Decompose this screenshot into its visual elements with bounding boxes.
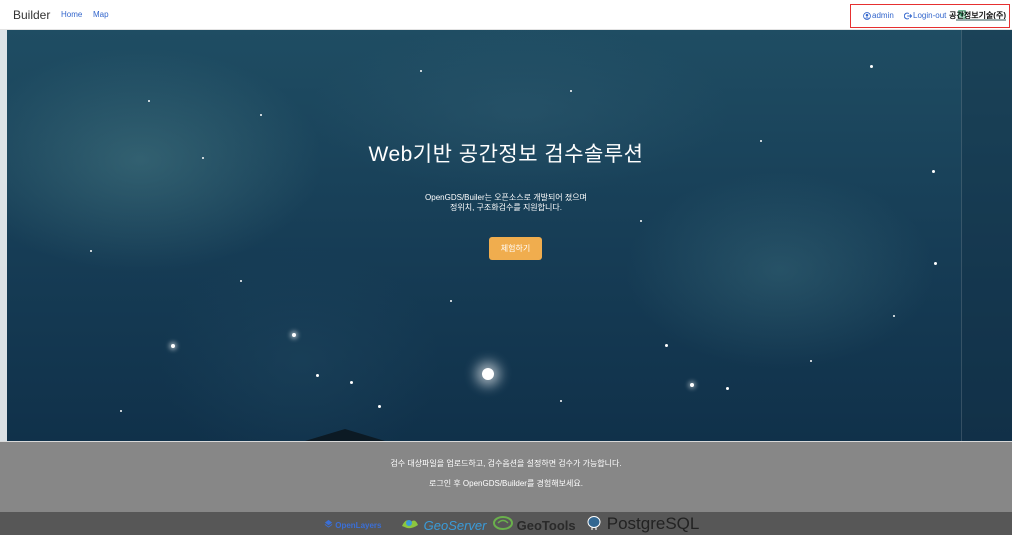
star [171,344,175,348]
hero-desc-line-1: OpenGDS/Builer는 오픈소스로 개발되어 졌으며 [425,193,587,202]
nav-link-home[interactable]: Home [61,10,82,19]
geotools-icon [493,516,513,530]
star [378,405,381,408]
star [726,387,729,390]
partner-openlayers[interactable]: OpenLayers [324,519,381,530]
partner-name: PostgreSQL [606,514,700,533]
partner-name: GeoTools [516,518,576,533]
try-it-button[interactable]: 체험하기 [489,237,542,260]
star [870,65,873,68]
star [690,383,694,387]
partner-geoserver[interactable]: GeoServer [400,516,487,533]
star [260,114,262,116]
top-navbar: Builder Home Map admin Login-out 공간정보기술(… [0,0,1012,30]
star [893,315,895,317]
star [934,262,937,265]
logout-icon [903,12,913,20]
user-menu-group: admin Login-out 공간정보기술(주) [850,4,1010,28]
star [482,368,494,380]
star [570,90,572,92]
star [932,170,935,173]
star [810,360,812,362]
info-line-1: 검수 대상파일을 업로드하고, 검수옵션을 설정하면 검수가 가능합니다. [390,459,622,468]
logout-link[interactable]: Login-out [903,11,947,20]
org-logo-subtitle-bar [956,19,1006,21]
hero-right-panel [961,30,1012,441]
star [120,410,122,412]
star [240,280,242,282]
nav-link-map[interactable]: Map [93,10,109,19]
star [292,333,296,337]
partner-name: GeoServer [423,518,487,533]
star [560,400,562,402]
partner-geotools[interactable]: GeoTools [493,516,576,533]
mountain-silhouette [305,429,385,441]
star [420,70,422,72]
star [640,220,642,222]
partners-bar: OpenLayers GeoServer GeoTools PostgreSQL [0,512,1012,535]
hero-left-edge [0,30,7,441]
geoserver-icon [402,520,418,529]
info-line-2: 로그인 후 OpenGDS/Builder를 경험해보세요. [429,479,583,488]
info-section: 검수 대상파일을 업로드하고, 검수옵션을 설정하면 검수가 가능합니다. 로그… [0,441,1012,512]
star [665,344,668,347]
user-name: admin [872,11,894,20]
logout-label: Login-out [913,11,947,20]
star [148,100,150,102]
partner-name: OpenLayers [335,521,382,530]
user-account-link[interactable]: admin [863,11,894,20]
postgresql-icon [587,516,601,530]
star [90,250,92,252]
user-circle-icon [863,12,871,20]
openlayers-icon [324,519,333,528]
hero-description: OpenGDS/Builer는 오픈소스로 개발되어 졌으며 정위치, 구조화검… [0,193,1012,213]
star [316,374,319,377]
hero-banner: Web기반 공간정보 검수솔루션 OpenGDS/Builer는 오픈소스로 개… [0,30,1012,441]
partner-postgresql[interactable]: PostgreSQL [586,514,699,534]
hero-desc-line-2: 정위치, 구조화검수를 지원합니다. [450,203,562,212]
star [450,300,452,302]
hero-title: Web기반 공간정보 검수솔루션 [368,143,644,166]
star [350,381,353,384]
brand-link[interactable]: Builder [13,8,50,22]
